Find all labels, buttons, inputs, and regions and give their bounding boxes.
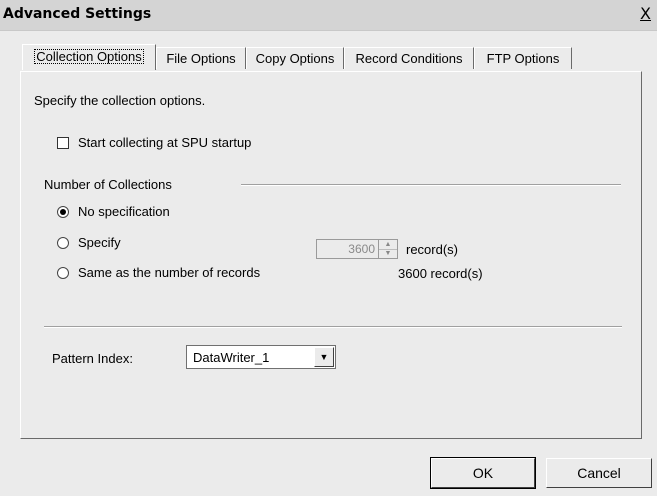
spinner-value: 3600	[348, 242, 375, 256]
group-divider	[241, 184, 621, 186]
window-title: Advanced Settings	[3, 6, 152, 22]
specify-unit-label: record(s)	[406, 242, 459, 257]
tab-collection-options[interactable]: Collection Options	[22, 44, 156, 70]
tab-copy-options[interactable]: Copy Options	[246, 47, 344, 69]
section-divider	[44, 326, 622, 328]
tab-ftp-options[interactable]: FTP Options	[474, 47, 572, 69]
pattern-index-select[interactable]: DataWriter_1 ▼	[186, 345, 336, 369]
radio-specify-label: Specify	[78, 235, 121, 250]
tab-file-options[interactable]: File Options	[156, 47, 246, 69]
same-as-records-value: 3600 record(s)	[398, 266, 483, 281]
radio-same-as-records-label: Same as the number of records	[78, 265, 261, 280]
close-button[interactable]: X	[640, 5, 651, 23]
pattern-index-label: Pattern Index:	[52, 351, 133, 366]
chevron-down-icon[interactable]: ▼	[314, 347, 334, 367]
radio-same-as-records[interactable]	[57, 267, 69, 279]
radio-no-specification[interactable]	[57, 206, 69, 218]
collections-group-title: Number of Collections	[44, 177, 172, 192]
cancel-button[interactable]: Cancel	[546, 458, 652, 488]
tab-label: Record Conditions	[355, 51, 463, 66]
record-count-spinner[interactable]: 3600 ▲ ▼	[316, 239, 398, 259]
tab-label: FTP Options	[486, 51, 560, 66]
tab-label: File Options	[166, 51, 236, 66]
radio-specify[interactable]	[57, 237, 69, 249]
spinner-buttons: ▲ ▼	[378, 240, 397, 258]
panel-description: Specify the collection options.	[34, 93, 206, 108]
startup-checkbox[interactable]	[57, 137, 69, 149]
title-bar: Advanced Settings X	[0, 0, 657, 31]
tab-record-conditions[interactable]: Record Conditions	[344, 47, 474, 69]
ok-button[interactable]: OK	[430, 457, 536, 489]
radio-no-specification-label: No specification	[78, 204, 170, 219]
pattern-index-value: DataWriter_1	[193, 350, 270, 365]
spin-down-icon[interactable]: ▼	[379, 249, 397, 258]
startup-checkbox-label: Start collecting at SPU startup	[78, 135, 252, 150]
tab-label: Copy Options	[255, 51, 335, 66]
tab-label: Collection Options	[34, 49, 144, 64]
